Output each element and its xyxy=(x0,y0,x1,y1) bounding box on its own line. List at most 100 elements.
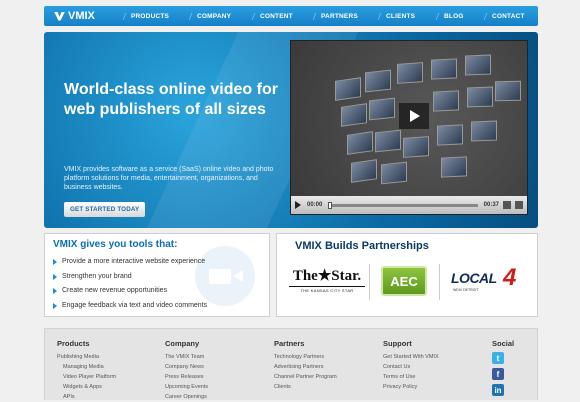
list-item: Engage feedback via text and video comme… xyxy=(53,299,207,314)
divider xyxy=(439,264,440,300)
video-thumbnail xyxy=(471,120,497,142)
video-thumbnail xyxy=(351,159,377,183)
footer-heading: Support xyxy=(383,339,412,348)
footer-link[interactable]: Terms of Use xyxy=(383,372,439,382)
footer-heading: Partners xyxy=(274,339,305,348)
footer-link[interactable]: APIs xyxy=(57,392,116,402)
player-controls: 00:00 00:37 xyxy=(291,196,527,214)
list-item-text: Strengthen your brand xyxy=(62,272,132,280)
footer-support: Support Get Started With VMIX Contact Us… xyxy=(383,339,439,392)
nav-blog[interactable]: BLOG xyxy=(435,12,471,20)
list-item-text: Create new revenue opportunities xyxy=(62,287,168,294)
list-item: Create new revenue opportunities xyxy=(53,284,207,299)
vmix-logo[interactable]: VMIX xyxy=(44,10,116,22)
video-thumbnail xyxy=(365,69,391,93)
video-player: 00:00 00:37 xyxy=(290,40,528,215)
footer-link[interactable]: The VMIX Team xyxy=(165,352,208,362)
footer-heading: Company xyxy=(165,339,200,348)
partners-panel: VMIX Builds Partnerships The★Star. THE K… xyxy=(276,233,538,317)
video-thumbnail xyxy=(335,77,361,101)
nav-partners[interactable]: PARTNERS xyxy=(312,12,365,20)
play-icon[interactable] xyxy=(295,201,301,209)
facebook-icon[interactable]: f xyxy=(492,368,504,380)
footer-link[interactable]: Privacy Policy xyxy=(383,382,439,392)
play-overlay-icon[interactable] xyxy=(399,103,429,129)
video-thumbnail xyxy=(495,80,521,102)
tools-panel: VMIX gives you tools that: Provide a mor… xyxy=(44,233,270,317)
footer-link[interactable]: Managing Media xyxy=(57,362,116,372)
footer-link[interactable]: Channel Partner Program xyxy=(274,372,337,382)
nav-label: PRODUCTS xyxy=(130,12,169,20)
seek-handle[interactable] xyxy=(328,201,333,209)
footer-link[interactable]: Career Openings xyxy=(165,392,208,402)
video-thumbnail xyxy=(431,58,457,80)
twitter-icon[interactable]: t xyxy=(492,352,504,364)
footer-link[interactable]: Publishing Media xyxy=(57,352,116,362)
partners-title: VMIX Builds Partnerships xyxy=(295,240,429,252)
star-logo-text: The★Star. xyxy=(292,268,362,284)
video-thumbnail xyxy=(375,129,401,153)
footer-partners: Partners Technology Partners Advertising… xyxy=(274,339,337,392)
video-thumbnail xyxy=(437,124,463,146)
footer-link[interactable]: Press Releases xyxy=(165,372,208,382)
nav-contact[interactable]: CONTACT xyxy=(483,12,532,20)
nav-label: PARTNERS xyxy=(320,12,358,20)
footer-link[interactable]: Widgets & Apps xyxy=(57,382,116,392)
hero-banner: World-class online video for web publish… xyxy=(44,32,538,228)
video-thumbnail xyxy=(347,131,373,155)
logo-text: VMIX xyxy=(68,10,95,22)
video-thumbnail xyxy=(433,90,459,112)
footer-link[interactable]: Technology Partners xyxy=(274,352,337,362)
local4-text: LOCAL xyxy=(451,270,497,286)
hero-description: VMIX provides software as a service (Saa… xyxy=(64,166,274,191)
star-logo-subtext: THE KANSAS CITY STAR xyxy=(289,286,365,293)
footer-link[interactable]: Get Started With VMIX xyxy=(383,352,439,362)
fullscreen-icon[interactable] xyxy=(515,201,523,209)
nav-clients[interactable]: CLIENTS xyxy=(377,12,423,20)
footer-link[interactable]: Upcoming Events xyxy=(165,382,208,392)
hero-title: World-class online video for web publish… xyxy=(64,81,278,118)
kansas-city-star-logo[interactable]: The★Star. THE KANSAS CITY STAR xyxy=(289,266,365,293)
local4-subtext: WDIV DETROIT xyxy=(453,288,479,292)
footer-link[interactable]: Video Player Platform xyxy=(57,372,116,382)
video-thumbnail xyxy=(465,54,491,76)
footer-link[interactable]: Company News xyxy=(165,362,208,372)
vmix-logo-icon xyxy=(54,11,65,21)
aec-logo-text: AEC xyxy=(390,273,418,289)
video-thumbnail xyxy=(381,161,407,185)
footer-heading: Social xyxy=(492,339,515,348)
footer-heading: Products xyxy=(57,339,90,348)
footer-link[interactable]: Clients xyxy=(274,382,337,392)
tools-list: Provide a more interactive website exper… xyxy=(53,255,207,313)
nav-label: BLOG xyxy=(443,12,464,20)
nav-company[interactable]: COMPANY xyxy=(188,12,239,20)
nav-label: CONTACT xyxy=(491,12,525,20)
bullet-arrow-icon xyxy=(53,273,57,280)
bullet-arrow-icon xyxy=(53,288,57,295)
current-time: 00:00 xyxy=(307,202,323,208)
duration: 00:37 xyxy=(483,202,499,208)
list-item: Provide a more interactive website exper… xyxy=(53,255,207,270)
list-item-text: Engage feedback via text and video comme… xyxy=(62,301,208,309)
nav-label: COMPANY xyxy=(197,12,232,20)
tools-title: VMIX gives you tools that: xyxy=(53,239,178,250)
footer-social: Social t f in xyxy=(492,339,514,400)
bullet-arrow-icon xyxy=(53,259,57,266)
get-started-button[interactable]: GET STARTED TODAY xyxy=(64,202,146,217)
linkedin-icon[interactable]: in xyxy=(492,384,504,396)
list-item: Strengthen your brand xyxy=(53,270,207,285)
aec-logo[interactable]: AEC xyxy=(381,266,427,296)
top-navigation: VMIX PRODUCTS COMPANY CONTENT PARTNERS C… xyxy=(44,6,538,26)
nav-products[interactable]: PRODUCTS xyxy=(122,12,177,20)
nav-label: CONTENT xyxy=(259,12,293,20)
volume-icon[interactable] xyxy=(503,201,511,209)
video-screen[interactable] xyxy=(291,41,527,196)
nav-content[interactable]: CONTENT xyxy=(251,12,300,20)
footer-link[interactable]: Contact Us xyxy=(383,362,439,372)
footer-company: Company The VMIX Team Company News Press… xyxy=(165,339,208,402)
bullet-arrow-icon xyxy=(53,302,57,309)
footer-link[interactable]: Advertising Partners xyxy=(274,362,337,372)
local4-logo[interactable]: LOCAL 4 WDIV DETROIT xyxy=(449,264,529,296)
seek-bar[interactable] xyxy=(328,201,478,209)
video-thumbnail xyxy=(369,97,395,121)
